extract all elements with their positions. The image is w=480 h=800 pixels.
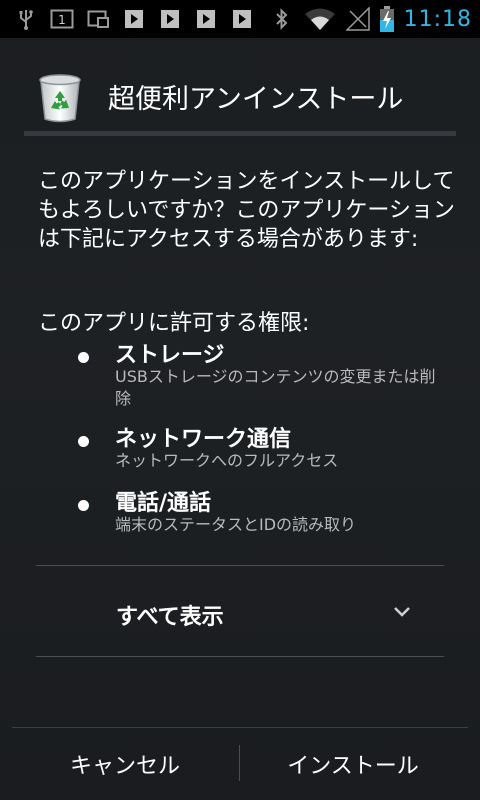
signal-icon: [345, 7, 370, 31]
cancel-button[interactable]: キャンセル: [12, 728, 238, 800]
install-description: このアプリケーションをインストールしてもよろしいですか？このアプリケーションは下…: [38, 169, 455, 252]
permissions-heading: このアプリに許可する権限:: [38, 311, 310, 336]
install-button[interactable]: インストール: [240, 728, 466, 800]
permission-description: ネットワークへのフルアクセス: [115, 451, 339, 470]
bullet-icon: [78, 352, 89, 363]
bluetooth-icon: [270, 7, 294, 31]
notification-count-icon: 1: [50, 7, 74, 31]
permission-title: ネットワーク通信: [115, 427, 292, 452]
chevron-down-icon: [392, 604, 412, 620]
permission-title: ストレージ: [115, 343, 225, 368]
status-bar-notifications: 1: [14, 7, 254, 31]
status-clock: 11:18: [403, 6, 472, 32]
app-title: 超便利アンインストール: [108, 84, 404, 115]
install-screen: 1 11:18 超便利アンインストール このアプリケーションをインストールしても…: [0, 0, 480, 800]
svg-text:1: 1: [58, 13, 66, 27]
bullet-icon: [78, 500, 89, 511]
status-bar: 1 11:18: [0, 0, 480, 38]
permission-description: 端末のステータスとIDの読み取り: [115, 515, 357, 534]
play-store-icon: [158, 7, 182, 31]
wifi-icon: [304, 7, 336, 31]
battery-charging-icon: [379, 6, 394, 32]
usb-icon: [14, 7, 38, 31]
permission-description: USBストレージのコンテンツの変更または削除: [115, 367, 436, 408]
header-divider: [24, 131, 456, 136]
app-header: 超便利アンインストール: [0, 38, 480, 135]
recycle-bin-icon: [36, 74, 84, 124]
screenshot-icon: [86, 7, 110, 31]
play-store-icon: [194, 7, 218, 31]
show-all-button[interactable]: すべて表示: [36, 566, 444, 656]
show-all-label: すべて表示: [116, 605, 224, 630]
permission-title: 電話/通話: [115, 491, 212, 516]
status-bar-system: 11:18: [270, 5, 472, 33]
divider: [36, 656, 444, 657]
play-store-icon: [230, 7, 254, 31]
play-store-icon: [122, 7, 146, 31]
bullet-icon: [78, 436, 89, 447]
